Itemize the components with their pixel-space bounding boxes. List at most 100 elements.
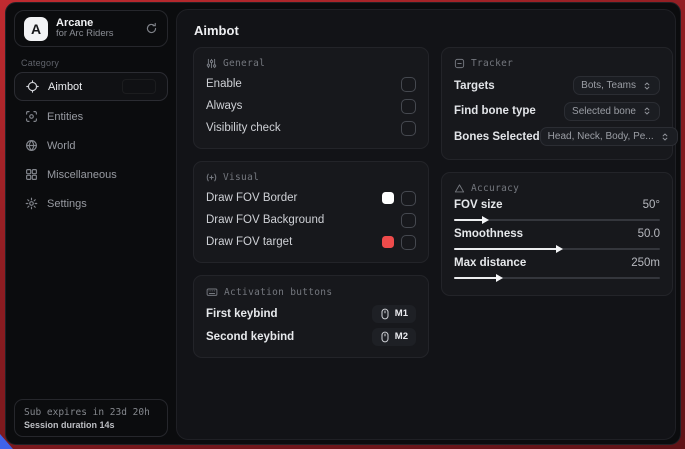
- always-checkbox[interactable]: [401, 99, 416, 114]
- draw-fov-target-checkbox[interactable]: [401, 235, 416, 250]
- category-label: Category: [21, 58, 59, 68]
- tracker-card: Tracker Targets Bots, Teams Find bone ty…: [441, 47, 673, 160]
- first-keybind-button[interactable]: M1: [372, 305, 416, 323]
- sidebar-item-label: World: [47, 140, 76, 152]
- keyboard-icon: [206, 286, 218, 298]
- fov-size-value: 50°: [643, 199, 660, 211]
- max-distance-value: 250m: [631, 257, 660, 269]
- chevrons-up-down-icon: [642, 81, 652, 91]
- slider-label: Max distance: [454, 257, 526, 269]
- row-label: Draw FOV target: [206, 236, 292, 248]
- fov-size-slider-row: FOV size 50°: [454, 199, 660, 221]
- find-bone-type-dropdown[interactable]: Selected bone: [564, 102, 660, 121]
- row-label: Targets: [454, 80, 495, 92]
- draw-fov-border-checkbox[interactable]: [401, 191, 416, 206]
- app-logo-box: A Arcane for Arc Riders: [14, 10, 168, 47]
- left-column: General Enable Always Visibility check: [193, 47, 429, 358]
- row-label: Visibility check: [206, 122, 281, 134]
- row-visibility-check: Visibility check: [206, 117, 416, 139]
- visibility-check-checkbox[interactable]: [401, 121, 416, 136]
- row-first-keybind: First keybind M1: [206, 302, 416, 325]
- visual-card: Visual Draw FOV Border Draw FOV Backgrou…: [193, 161, 429, 263]
- sidebar-item-entities[interactable]: Entities: [14, 102, 168, 131]
- fov-size-slider[interactable]: [454, 219, 660, 221]
- targets-dropdown[interactable]: Bots, Teams: [573, 76, 660, 95]
- subscription-info-box: Sub expires in 23d 20h Session duration …: [14, 399, 168, 437]
- focus-icon: [206, 172, 217, 183]
- smoothness-slider-row: Smoothness 50.0: [454, 228, 660, 250]
- smoothness-slider[interactable]: [454, 248, 660, 250]
- aimbot-shortcut-placeholder: [122, 79, 156, 94]
- crosshair-icon: [26, 80, 39, 93]
- row-label: Draw FOV Background: [206, 214, 324, 226]
- general-card: General Enable Always Visibility check: [193, 47, 429, 149]
- accuracy-card: Accuracy FOV size 50° Smoothne: [441, 172, 673, 296]
- tracker-icon: [454, 58, 465, 69]
- sidebar-item-settings[interactable]: Settings: [14, 189, 168, 218]
- session-duration-text: Session duration 14s: [24, 420, 158, 430]
- keybind-value: M1: [395, 308, 408, 319]
- sidebar-item-miscellaneous[interactable]: Miscellaneous: [14, 160, 168, 189]
- gear-icon: [25, 197, 38, 210]
- app-subtitle: for Arc Riders: [56, 29, 137, 40]
- card-title: Accuracy: [471, 183, 519, 194]
- mouse-icon: [380, 331, 390, 343]
- sidebar-item-label: Settings: [47, 198, 87, 210]
- sub-expiry-text: Sub expires in 23d 20h: [24, 407, 158, 418]
- sidebar-item-aimbot[interactable]: Aimbot: [14, 72, 168, 101]
- fov-target-color-swatch[interactable]: [382, 236, 394, 248]
- grid-icon: [25, 168, 38, 181]
- card-title: Tracker: [471, 58, 513, 69]
- dropdown-value: Selected bone: [572, 106, 636, 117]
- activation-buttons-card: Activation buttons First keybind M1 Seco…: [193, 275, 429, 358]
- row-label: Draw FOV Border: [206, 192, 297, 204]
- enable-checkbox[interactable]: [401, 77, 416, 92]
- row-always: Always: [206, 95, 416, 117]
- dropdown-value: Bots, Teams: [581, 80, 636, 91]
- slider-label: FOV size: [454, 199, 503, 211]
- sidebar-item-label: Aimbot: [48, 81, 82, 93]
- page-title: Aimbot: [194, 23, 239, 38]
- row-enable: Enable: [206, 73, 416, 95]
- row-label: Find bone type: [454, 105, 536, 117]
- slider-label: Smoothness: [454, 228, 523, 240]
- row-find-bone-type: Find bone type Selected bone: [454, 99, 660, 125]
- right-column: Tracker Targets Bots, Teams Find bone ty…: [441, 47, 673, 296]
- card-title: Activation buttons: [224, 287, 332, 298]
- row-bones-selected: Bones Selected Head, Neck, Body, Pe...: [454, 124, 660, 150]
- sidebar-item-world[interactable]: World: [14, 131, 168, 160]
- sidebar-item-label: Miscellaneous: [47, 169, 117, 181]
- row-label: Enable: [206, 78, 242, 90]
- draw-fov-background-checkbox[interactable]: [401, 213, 416, 228]
- row-label: Bones Selected: [454, 131, 540, 143]
- row-label: First keybind: [206, 308, 278, 320]
- row-draw-fov-target: Draw FOV target: [206, 231, 416, 253]
- mouse-icon: [380, 308, 390, 320]
- max-distance-slider[interactable]: [454, 277, 660, 279]
- card-title: Visual: [223, 172, 259, 183]
- row-second-keybind: Second keybind M2: [206, 325, 416, 348]
- smoothness-value: 50.0: [638, 228, 660, 240]
- row-label: Second keybind: [206, 331, 294, 343]
- triangle-icon: [454, 183, 465, 194]
- chevrons-up-down-icon: [642, 106, 652, 116]
- slider-thumb[interactable]: [496, 274, 503, 282]
- row-targets: Targets Bots, Teams: [454, 73, 660, 99]
- slider-thumb[interactable]: [482, 216, 489, 224]
- main-panel: Aimbot General Enable Always: [176, 9, 676, 440]
- slider-thumb[interactable]: [556, 245, 563, 253]
- sidebar-item-label: Entities: [47, 111, 83, 123]
- sidebar: A Arcane for Arc Riders Category Aimbot: [6, 3, 176, 444]
- sliders-icon: [206, 58, 217, 69]
- second-keybind-button[interactable]: M2: [372, 328, 416, 346]
- app-logo: A: [24, 17, 48, 41]
- bones-selected-dropdown[interactable]: Head, Neck, Body, Pe...: [540, 127, 678, 146]
- app-window: A Arcane for Arc Riders Category Aimbot: [5, 2, 681, 445]
- keybind-value: M2: [395, 331, 408, 342]
- row-draw-fov-border: Draw FOV Border: [206, 187, 416, 209]
- chevrons-up-down-icon: [660, 132, 670, 142]
- dropdown-value: Head, Neck, Body, Pe...: [548, 131, 654, 142]
- globe-icon: [25, 139, 38, 152]
- fov-border-color-swatch[interactable]: [382, 192, 394, 204]
- refresh-icon[interactable]: [145, 22, 158, 35]
